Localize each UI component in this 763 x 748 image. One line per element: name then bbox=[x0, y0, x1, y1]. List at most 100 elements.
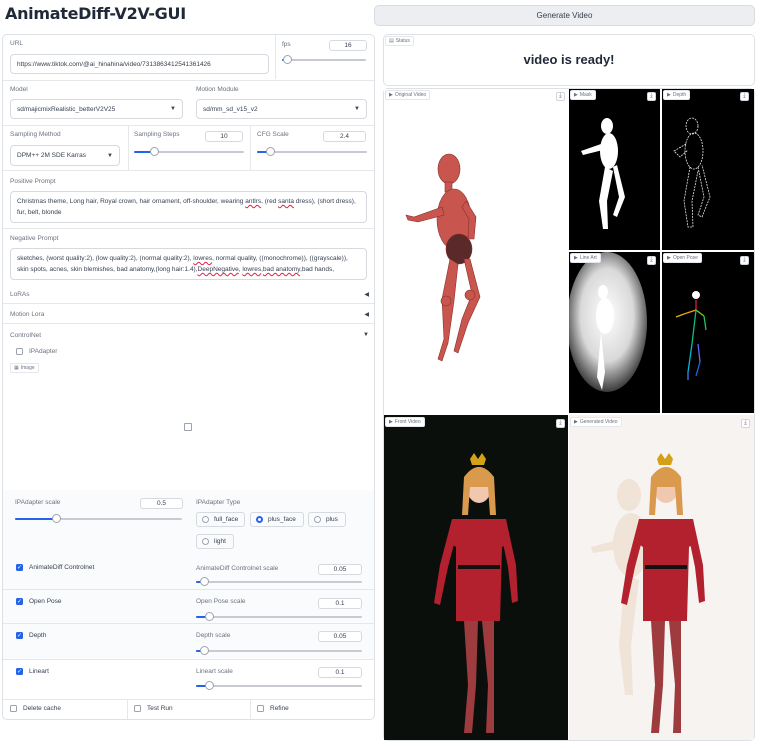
controlnet-scale-slider[interactable] bbox=[196, 577, 362, 586]
fps-slider[interactable] bbox=[282, 55, 366, 64]
download-icon[interactable]: ⤓ bbox=[740, 92, 749, 101]
ipadapter-scale-value[interactable]: 0.5 bbox=[140, 498, 183, 509]
mask-tag: ▶ Mask bbox=[570, 90, 596, 100]
generate-video-button[interactable]: Generate Video bbox=[374, 5, 755, 26]
model-select[interactable]: sd/majicmixRealistic_betterV2V25 ▼ bbox=[10, 99, 183, 119]
checkbox[interactable] bbox=[257, 705, 264, 712]
checkbox-checked[interactable]: ✓ bbox=[16, 564, 23, 571]
prompt-line: skin spots, acnes, skin blemishes, bad a… bbox=[17, 264, 360, 275]
checkbox-checked[interactable]: ✓ bbox=[16, 598, 23, 605]
motion-module-select[interactable]: sd/mm_sd_v15_v2 ▼ bbox=[196, 99, 367, 119]
animatediff-controlnet-checkbox-row[interactable]: ✓ AnimateDiff Controlnet bbox=[16, 564, 94, 571]
generated-video[interactable] bbox=[569, 415, 754, 740]
delete-cache-row[interactable]: Delete cache bbox=[10, 705, 61, 712]
prompt-text: , normal quality, ((monochrome)), ((gray… bbox=[212, 255, 348, 262]
controlnet-scale-slider[interactable] bbox=[196, 646, 362, 655]
positive-prompt-input[interactable]: Christmas theme, Long hair, Royal crown,… bbox=[10, 191, 367, 223]
depth-checkbox-row[interactable]: ✓ Depth bbox=[16, 632, 46, 639]
sampling-method-label: Sampling Method bbox=[10, 131, 61, 138]
depth-video[interactable] bbox=[662, 89, 754, 250]
openpose-video[interactable] bbox=[662, 252, 754, 413]
option-label: Refine bbox=[270, 705, 289, 712]
divider bbox=[3, 228, 374, 229]
sampling-method-select[interactable]: DPM++ 2M SDE Karras ▼ bbox=[10, 145, 120, 166]
download-icon[interactable]: ⤓ bbox=[741, 419, 750, 428]
download-icon[interactable]: ⤓ bbox=[556, 419, 565, 428]
checkbox-checked[interactable]: ✓ bbox=[16, 632, 23, 639]
ipadapter-checkbox-row[interactable]: IPAdapter bbox=[16, 348, 57, 355]
lineart-checkbox-row[interactable]: ✓ Lineart bbox=[16, 668, 49, 675]
option-label: Test Run bbox=[147, 705, 173, 712]
slider-thumb[interactable] bbox=[199, 577, 209, 586]
cfg-scale-slider[interactable] bbox=[257, 147, 367, 156]
controlnet-accordion[interactable]: ControlNet ▼ bbox=[10, 329, 369, 341]
front-video[interactable] bbox=[384, 415, 568, 740]
option-label: Delete cache bbox=[23, 705, 61, 712]
controlnet-scale-slider[interactable] bbox=[196, 612, 362, 621]
prompt-text: Christmas theme, Long hair, Royal crown,… bbox=[17, 198, 246, 205]
option-divider bbox=[250, 700, 251, 719]
caret-down-icon: ▼ bbox=[107, 152, 113, 159]
cfg-scale-value[interactable]: 2.4 bbox=[323, 131, 366, 142]
download-icon[interactable]: ⤓ bbox=[647, 256, 656, 265]
url-input[interactable]: https://www.tiktok.com/@ai_hinahina/vide… bbox=[10, 54, 269, 74]
download-icon[interactable]: ⤓ bbox=[647, 92, 656, 101]
checkbox[interactable] bbox=[134, 705, 141, 712]
radio-plus[interactable]: plus bbox=[308, 512, 346, 527]
controlnet-scale-slider[interactable] bbox=[196, 681, 362, 690]
controlnet-scale-value[interactable]: 0.1 bbox=[318, 667, 362, 678]
fps-label: fps bbox=[282, 41, 291, 48]
download-icon[interactable]: ⤓ bbox=[740, 256, 749, 265]
slider-thumb[interactable] bbox=[204, 681, 214, 690]
lineart-video[interactable] bbox=[569, 252, 660, 413]
controlnet-scale-label: Depth scale bbox=[196, 632, 231, 639]
open-pose-checkbox-row[interactable]: ✓ Open Pose bbox=[16, 598, 62, 605]
test-run-row[interactable]: Test Run bbox=[134, 705, 173, 712]
radio-light[interactable]: light bbox=[196, 534, 234, 549]
motion-module-value: sd/mm_sd_v15_v2 bbox=[203, 105, 258, 113]
media-label: Front Video bbox=[394, 419, 421, 425]
front-video-tag: ▶ Front Video bbox=[385, 417, 425, 427]
loras-accordion[interactable]: LoRAs ◀ bbox=[10, 288, 369, 300]
motion-lora-accordion[interactable]: Motion Lora ◀ bbox=[10, 308, 369, 320]
original-video[interactable] bbox=[384, 89, 568, 413]
prompt-text: skin spots, acnes, skin blemishes, bad a… bbox=[17, 266, 198, 273]
slider-thumb[interactable] bbox=[199, 646, 209, 655]
image-tag: ▦ Image bbox=[10, 363, 39, 373]
ipadapter-checkbox[interactable] bbox=[16, 348, 23, 355]
sampling-steps-value[interactable]: 10 bbox=[205, 131, 243, 142]
ipadapter-scale-slider[interactable] bbox=[15, 514, 182, 523]
checkbox-checked[interactable]: ✓ bbox=[16, 668, 23, 675]
woman-red-dress bbox=[434, 453, 518, 733]
steps-block-divider bbox=[128, 126, 129, 170]
motion-module-label: Motion Module bbox=[196, 86, 239, 93]
divider bbox=[3, 80, 374, 81]
slider-thumb[interactable] bbox=[204, 612, 214, 621]
download-icon[interactable]: ⤓ bbox=[556, 92, 565, 101]
media-label: Mask bbox=[579, 92, 592, 98]
motion-lora-label: Motion Lora bbox=[10, 310, 45, 318]
image-tag-label: Image bbox=[20, 365, 35, 371]
media-label: Generated Video bbox=[579, 419, 618, 425]
prompt-text: santa bbox=[278, 198, 295, 205]
status-tag: ▤ Status bbox=[385, 36, 414, 46]
caret-left-icon: ◀ bbox=[364, 291, 369, 298]
generated-woman-red-dress bbox=[591, 453, 705, 733]
video-icon: ▶ bbox=[574, 419, 578, 425]
video-icon: ▶ bbox=[574, 255, 578, 261]
controlnet-scale-value[interactable]: 0.1 bbox=[318, 598, 362, 609]
radio-full-face[interactable]: full_face bbox=[196, 512, 245, 527]
fps-value[interactable]: 16 bbox=[329, 40, 367, 51]
divider bbox=[3, 323, 374, 324]
checkbox[interactable] bbox=[10, 705, 17, 712]
lineart-tag: ▶ Line Art bbox=[570, 253, 601, 263]
cfg-scale-thumb[interactable] bbox=[265, 147, 275, 156]
controlnet-scale-value[interactable]: 0.05 bbox=[318, 564, 362, 575]
mask-video[interactable] bbox=[569, 89, 660, 250]
controlnet-scale-value[interactable]: 0.05 bbox=[318, 631, 362, 642]
refine-row[interactable]: Refine bbox=[257, 705, 289, 712]
sampling-steps-slider[interactable] bbox=[134, 147, 244, 156]
negative-prompt-input[interactable]: sketches, (worst quality:2), (low qualit… bbox=[10, 248, 367, 280]
radio-plus-face[interactable]: plus_face bbox=[250, 512, 304, 527]
controlnet-row: ✓ AnimateDiff Controlnet AnimateDiff Cont… bbox=[3, 556, 374, 591]
